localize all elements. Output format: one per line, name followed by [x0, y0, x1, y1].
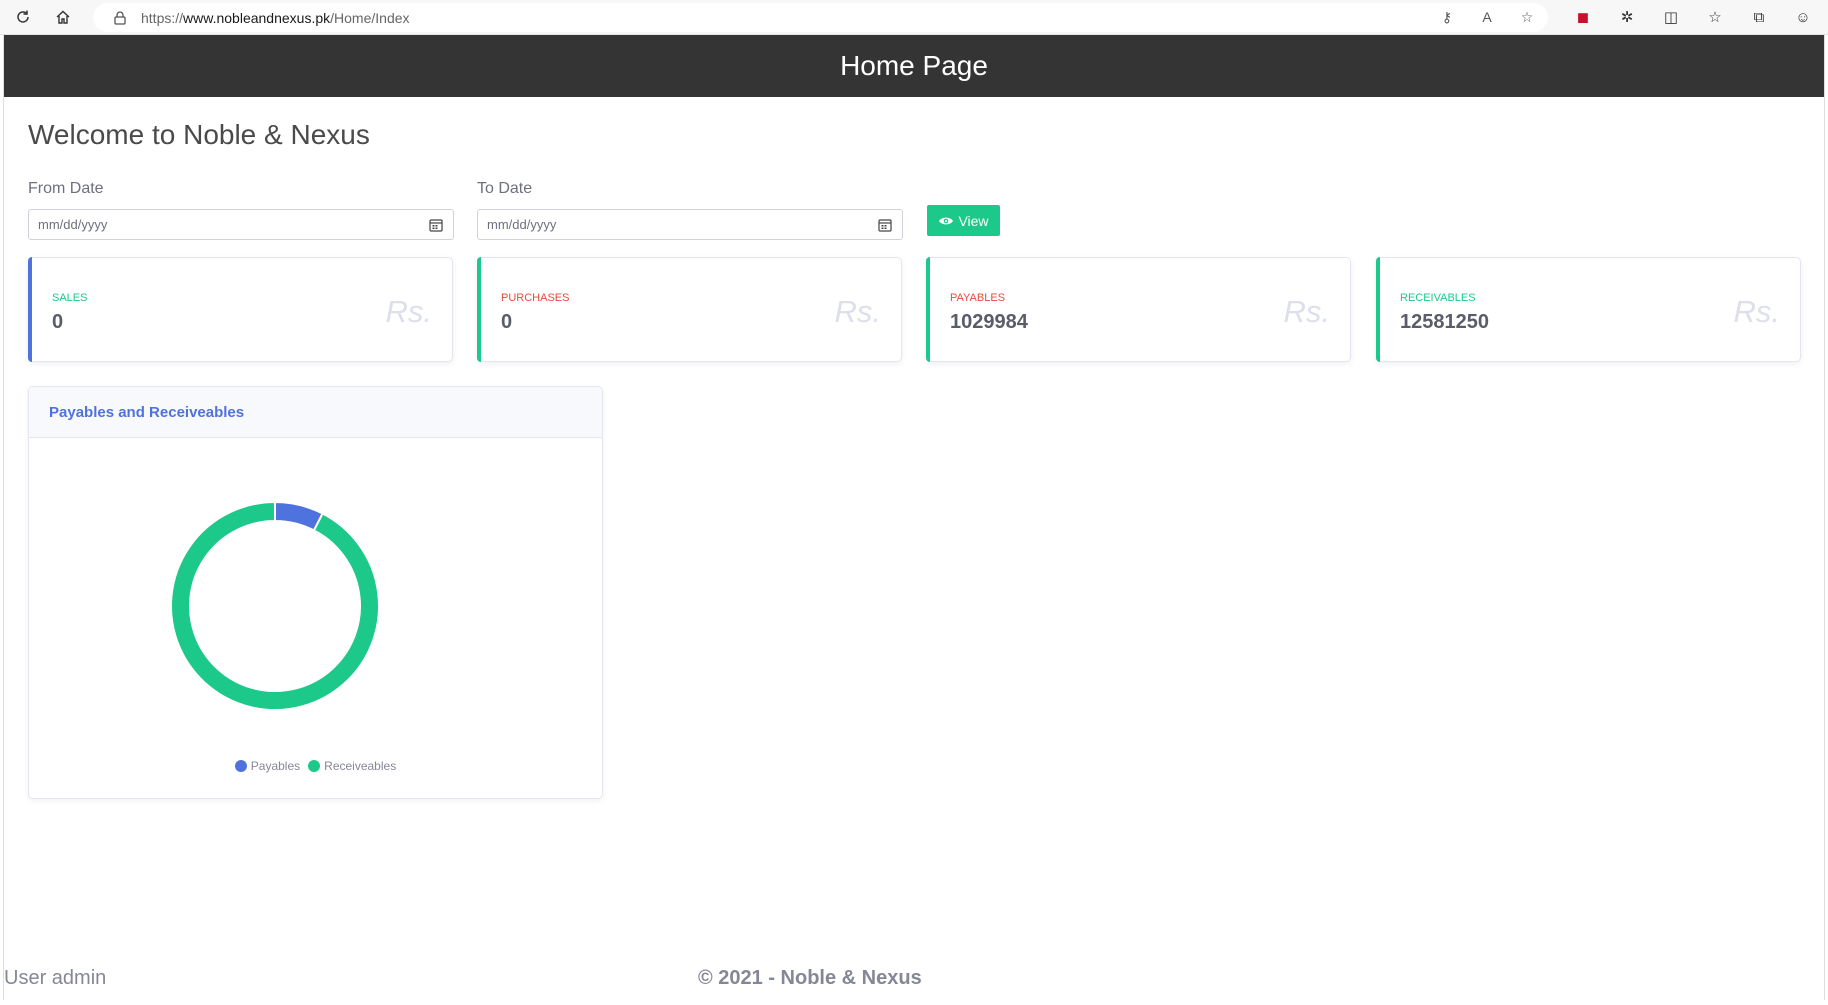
legend-swatch: [234, 760, 247, 772]
favorites-icon[interactable]: ☆: [1704, 6, 1726, 28]
legend-swatch: [308, 760, 321, 772]
extension-icons: ◼ ✲ ◫ ☆ ⧉ ☺: [1572, 6, 1814, 28]
key-icon[interactable]: ⚷: [1438, 8, 1456, 26]
welcome-heading: Welcome to Noble & Nexus: [28, 119, 370, 150]
sales-label: SALES: [52, 292, 88, 304]
payables-value: 1029984: [950, 311, 1028, 333]
calendar-icon[interactable]: [878, 218, 892, 232]
payables-label: PAYABLES: [950, 292, 1006, 304]
split-screen-icon[interactable]: ◫: [1660, 6, 1682, 28]
url-host: www.nobleandnexus.pk: [183, 9, 331, 26]
collections-icon[interactable]: ⧉: [1748, 6, 1770, 28]
legend-item-payables[interactable]: Payables: [234, 759, 301, 773]
card-accent: [28, 257, 32, 362]
purchases-label: PURCHASES: [501, 292, 570, 304]
card-accent: [477, 257, 481, 362]
to-date-input[interactable]: mm/dd/yyyy: [477, 209, 903, 240]
browser-toolbar: https://www.nobleandnexus.pk/Home/Index …: [0, 0, 1828, 35]
currency-icon: Rs.: [1733, 294, 1781, 329]
page-content: Home Page Welcome to Noble & Nexus From …: [3, 35, 1825, 1000]
to-date-placeholder: mm/dd/yyyy: [487, 217, 557, 232]
purchases-card: PURCHASES 0 Rs.: [477, 257, 902, 362]
home-icon[interactable]: [50, 4, 76, 30]
url-prefix: https://: [141, 9, 184, 26]
shield-extension-icon[interactable]: ◼: [1572, 6, 1594, 28]
payables-card: PAYABLES 1029984 Rs.: [926, 257, 1351, 362]
from-date-input[interactable]: mm/dd/yyyy: [28, 209, 454, 240]
page-title: Home Page: [840, 50, 988, 81]
profile-icon[interactable]: ☺: [1792, 6, 1814, 28]
receivables-card: RECEIVABLES 12581250 Rs.: [1376, 257, 1801, 362]
address-actions: ⚷ A ☆: [1438, 8, 1536, 26]
view-button-label: View: [958, 212, 989, 229]
read-aloud-icon[interactable]: A: [1478, 8, 1496, 26]
receivables-value: 12581250: [1400, 311, 1489, 333]
extensions-puzzle-icon[interactable]: ✲: [1616, 6, 1638, 28]
view-button[interactable]: View: [927, 205, 1000, 236]
calendar-icon[interactable]: [429, 218, 443, 232]
purchases-value: 0: [501, 311, 513, 333]
footer-user: User admin: [4, 967, 107, 989]
from-date-label: From Date: [28, 180, 104, 197]
chart-legend: Payables Receiveables: [29, 759, 602, 773]
url-path: /Home/Index: [330, 9, 410, 26]
currency-icon: Rs.: [834, 294, 882, 329]
address-bar[interactable]: https://www.nobleandnexus.pk/Home/Index …: [93, 3, 1548, 32]
chart-card: Payables and Receiveables Payables Receiv…: [28, 386, 603, 799]
sales-card: SALES 0 Rs.: [28, 257, 453, 362]
card-accent: [926, 257, 930, 362]
footer-copyright: © 2021 - Noble & Nexus: [698, 967, 922, 989]
legend-label: Receiveables: [324, 759, 397, 773]
currency-icon: Rs.: [1283, 294, 1331, 329]
receivables-label: RECEIVABLES: [1400, 292, 1476, 304]
page-header: Home Page: [4, 35, 1824, 97]
lock-icon[interactable]: [111, 9, 129, 27]
from-date-placeholder: mm/dd/yyyy: [38, 217, 108, 232]
eye-icon: [939, 217, 954, 224]
donut-chart: [170, 500, 380, 711]
to-date-label: To Date: [477, 180, 533, 197]
chart-title: Payables and Receiveables: [29, 387, 602, 438]
card-accent: [1376, 257, 1380, 362]
donut-slice-receiveables[interactable]: [170, 500, 380, 711]
favorite-star-icon[interactable]: ☆: [1518, 8, 1536, 26]
legend-label: Payables: [250, 759, 301, 773]
legend-item-receiveables[interactable]: Receiveables: [308, 759, 396, 773]
currency-icon: Rs.: [385, 294, 433, 329]
sales-value: 0: [52, 311, 64, 333]
reload-icon[interactable]: [10, 4, 36, 30]
